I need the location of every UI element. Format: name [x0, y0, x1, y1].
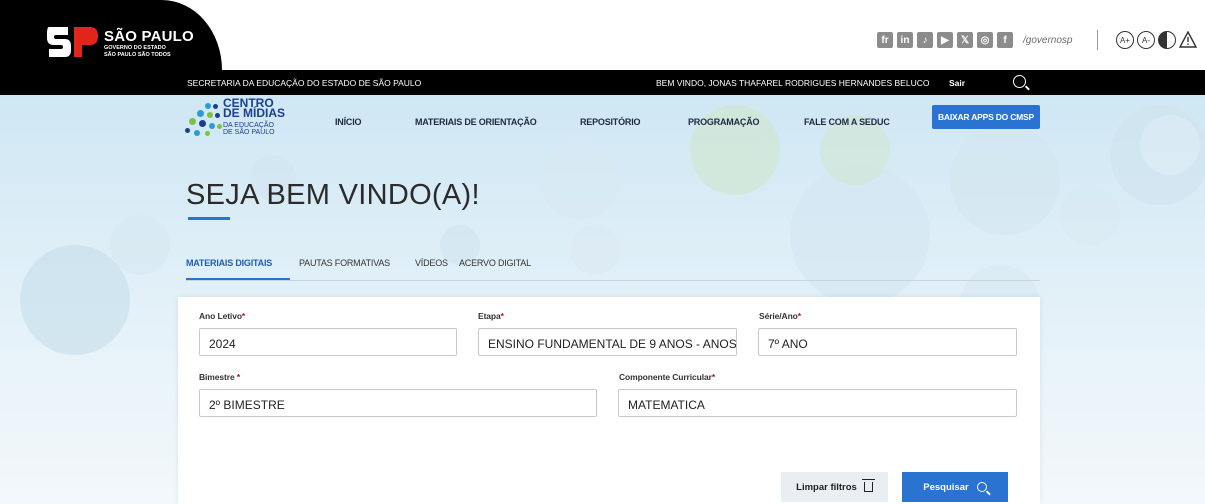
required-marker: * [711, 372, 716, 382]
decor-bubble [1140, 115, 1200, 175]
filter-panel: Ano Letivo* 2024 Etapa* ENSINO FUNDAMENT… [178, 297, 1040, 504]
decor-bubble [20, 245, 130, 355]
search-icon[interactable] [1013, 75, 1026, 88]
tab-videos[interactable]: VÍDEOS [415, 258, 448, 268]
secretariat-name: SECRETARIA DA EDUCAÇÃO DO ESTADO DE SÃO … [187, 78, 422, 88]
social-links: fr in ♪ ▶ 𝕏 ◎ f /governosp [877, 32, 1072, 48]
sp-logo-slogan: SÃO PAULO SÃO TODOS [104, 51, 171, 58]
required-marker: * [241, 311, 246, 321]
cmsp-logo-line4: DE SÃO PAULO [223, 129, 275, 136]
page-title: SEJA BEM VINDO(A)! [186, 179, 480, 211]
cmsp-dots-icon [185, 103, 223, 137]
tiktok-icon[interactable]: ♪ [917, 32, 933, 48]
trash-icon [861, 479, 875, 492]
nav-inicio[interactable]: INÍCIO [335, 117, 362, 127]
sp-logo-text: SÃO PAULO GOVERNO DO ESTADO SÃO PAULO SÃ… [104, 29, 194, 58]
decor-bubble [790, 165, 930, 305]
flickr-icon[interactable]: fr [877, 32, 893, 48]
nav-fale-com-seduc[interactable]: FALE COM A SEDUC [804, 117, 890, 127]
linkedin-icon[interactable]: in [897, 32, 913, 48]
nav-programacao[interactable]: PROGRAMAÇÃO [688, 117, 760, 127]
required-marker: * [797, 311, 801, 321]
ano-letivo-select[interactable]: 2024 [199, 328, 457, 356]
download-apps-button[interactable]: BAIXAR APPS DO CMSP [932, 105, 1040, 129]
logout-link[interactable]: Sair [949, 78, 965, 88]
nav-materiais-orientacao[interactable]: MATERIAIS DE ORIENTAÇÃO [415, 117, 537, 127]
secretariat-bar: SECRETARIA DA EDUCAÇÃO DO ESTADO DE SÃO … [0, 70, 1205, 95]
x-twitter-icon[interactable]: 𝕏 [957, 32, 973, 48]
sp-logo-icon [47, 27, 98, 57]
sp-logo-subtitle: GOVERNO DO ESTADO [104, 45, 166, 51]
facebook-icon[interactable]: f [997, 32, 1013, 48]
social-handle[interactable]: /governosp [1023, 35, 1072, 46]
alert-icon[interactable] [1179, 31, 1197, 49]
sp-logo-title: SÃO PAULO [104, 28, 194, 45]
youtube-icon[interactable]: ▶ [937, 32, 953, 48]
ano-letivo-label: Ano Letivo* [199, 311, 246, 321]
cmsp-logo-line2: DE MÍDIAS [223, 106, 286, 120]
required-marker: * [500, 311, 504, 321]
bimestre-select[interactable]: 2º BIMESTRE [199, 389, 597, 417]
active-tab-indicator [186, 278, 290, 280]
decor-bubble [540, 140, 620, 220]
title-underline [188, 217, 230, 220]
tab-materiais-digitais[interactable]: MATERIAIS DIGITAIS [186, 258, 272, 268]
contrast-icon[interactable] [1158, 31, 1176, 49]
tab-acervo-digital[interactable]: ACERVO DIGITAL [459, 258, 531, 268]
increase-font-icon[interactable]: A+ [1116, 31, 1134, 49]
decor-bubble [1060, 185, 1120, 245]
nav-repositorio[interactable]: REPOSITÓRIO [580, 117, 641, 127]
decrease-font-icon[interactable]: A- [1137, 31, 1155, 49]
serie-ano-label: Série/Ano* [759, 311, 801, 321]
government-header: SÃO PAULO GOVERNO DO ESTADO SÃO PAULO SÃ… [0, 0, 1205, 70]
etapa-select[interactable]: ENSINO FUNDAMENTAL DE 9 ANOS - ANOS [478, 328, 737, 356]
required-marker: * [234, 372, 241, 382]
sp-government-logo[interactable]: SÃO PAULO GOVERNO DO ESTADO SÃO PAULO SÃ… [0, 0, 222, 70]
bimestre-label: Bimestre * [199, 372, 241, 382]
content-tabs: MATERIAIS DIGITAIS PAUTAS FORMATIVAS VÍD… [186, 257, 1040, 281]
serie-ano-select[interactable]: 7º ANO [758, 328, 1017, 356]
instagram-icon[interactable]: ◎ [977, 32, 993, 48]
accessibility-controls: A+ A- [1116, 31, 1197, 49]
clear-filters-button[interactable]: Limpar filtros [781, 472, 888, 502]
header-divider [1097, 30, 1098, 50]
search-button[interactable]: Pesquisar [902, 472, 1008, 502]
decor-bubble [950, 125, 1060, 235]
search-button-label: Pesquisar [923, 481, 969, 493]
tab-pautas-formativas[interactable]: PAUTAS FORMATIVAS [299, 258, 390, 268]
page: SÃO PAULO GOVERNO DO ESTADO SÃO PAULO SÃ… [0, 0, 1205, 504]
welcome-user: BEM VINDO, JONAS THAFAREL RODRIGUES HERN… [656, 78, 930, 88]
cmsp-logo-line3: DA EDUCAÇÃO [223, 122, 274, 129]
componente-curricular-select[interactable]: MATEMATICA [618, 389, 1017, 417]
search-icon [976, 482, 987, 492]
cmsp-logo[interactable]: CENTRO DE MÍDIAS DA EDUCAÇÃO DE SÃO PAUL… [185, 97, 295, 139]
componente-label: Componente Curricular* [619, 372, 716, 382]
decor-bubble [110, 215, 170, 275]
etapa-label: Etapa* [478, 311, 504, 321]
clear-filters-label: Limpar filtros [796, 481, 857, 493]
